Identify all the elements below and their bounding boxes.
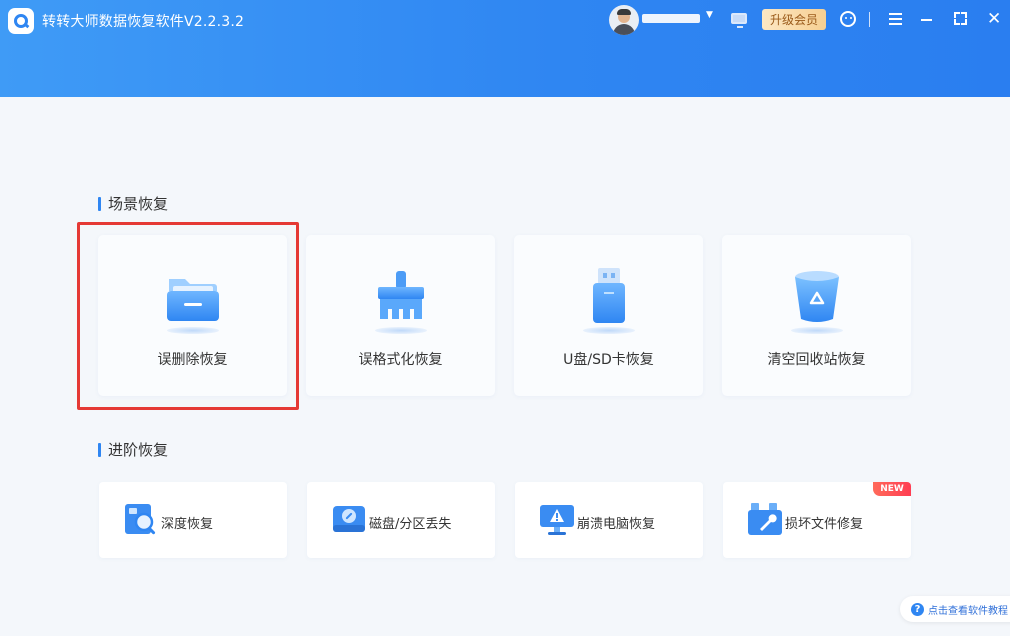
app-title: 转转大师数据恢复软件V2.2.3.2 [42, 14, 245, 30]
selection-highlight [77, 222, 299, 410]
card-format-recovery[interactable]: 误格式化恢复 [306, 235, 495, 396]
icon-shadow [583, 327, 635, 334]
user-avatar[interactable] [609, 5, 639, 35]
repair-toolbox-icon [748, 503, 782, 535]
monitor-icon[interactable] [731, 13, 747, 28]
broom-icon [378, 271, 424, 319]
disk-icon [333, 506, 365, 532]
deep-scan-icon [125, 504, 156, 535]
app-logo [8, 8, 34, 34]
title-bar: 转转大师数据恢复软件V2.2.3.2 ▼ 升级会员 ✕ [0, 0, 1010, 97]
recycle-bin-icon [795, 271, 839, 322]
card-disk-partition-lost[interactable]: 磁盘/分区丢失 [307, 482, 495, 558]
username[interactable] [642, 14, 700, 23]
section-title-text: 场景恢复 [108, 195, 169, 213]
card-crashed-computer-recovery[interactable]: 崩溃电脑恢复 [515, 482, 703, 558]
help-icon: ? [911, 602, 924, 616]
card-label: U盘/SD卡恢复 [563, 352, 654, 368]
section-title-text: 进阶恢复 [108, 441, 169, 459]
upgrade-member-button[interactable]: 升级会员 [762, 9, 826, 30]
user-dropdown-caret-icon[interactable]: ▼ [706, 10, 713, 20]
crashed-computer-icon [540, 505, 574, 535]
card-label: 误格式化恢复 [358, 352, 443, 368]
minimize-icon[interactable] [921, 19, 932, 21]
card-label: 损坏文件修复 [785, 517, 864, 532]
card-label: 崩溃电脑恢复 [577, 517, 656, 532]
tutorial-link[interactable]: ? 点击查看软件教程 [900, 596, 1010, 622]
card-deep-recovery[interactable]: 深度恢复 [99, 482, 287, 558]
card-label: 磁盘/分区丢失 [369, 517, 452, 532]
menu-icon[interactable] [889, 13, 902, 25]
card-usb-sd-recovery[interactable]: U盘/SD卡恢复 [514, 235, 703, 396]
maximize-icon[interactable] [954, 12, 967, 25]
usb-drive-icon [593, 268, 625, 323]
section-accent-bar [98, 196, 101, 211]
card-label: 深度恢复 [161, 517, 214, 532]
card-recycle-bin-recovery[interactable]: 清空回收站恢复 [722, 235, 911, 396]
customer-service-icon[interactable] [840, 11, 856, 27]
new-badge: NEW [873, 482, 911, 496]
section-title-scene: 场景恢复 [98, 193, 168, 214]
tutorial-label: 点击查看软件教程 [928, 605, 1008, 617]
icon-shadow [375, 327, 427, 334]
section-accent-bar [98, 442, 101, 457]
close-icon[interactable]: ✕ [987, 9, 1001, 29]
toolbar-divider [869, 12, 870, 27]
icon-shadow [791, 327, 843, 334]
card-label: 清空回收站恢复 [767, 352, 866, 368]
section-title-advanced: 进阶恢复 [98, 439, 168, 460]
